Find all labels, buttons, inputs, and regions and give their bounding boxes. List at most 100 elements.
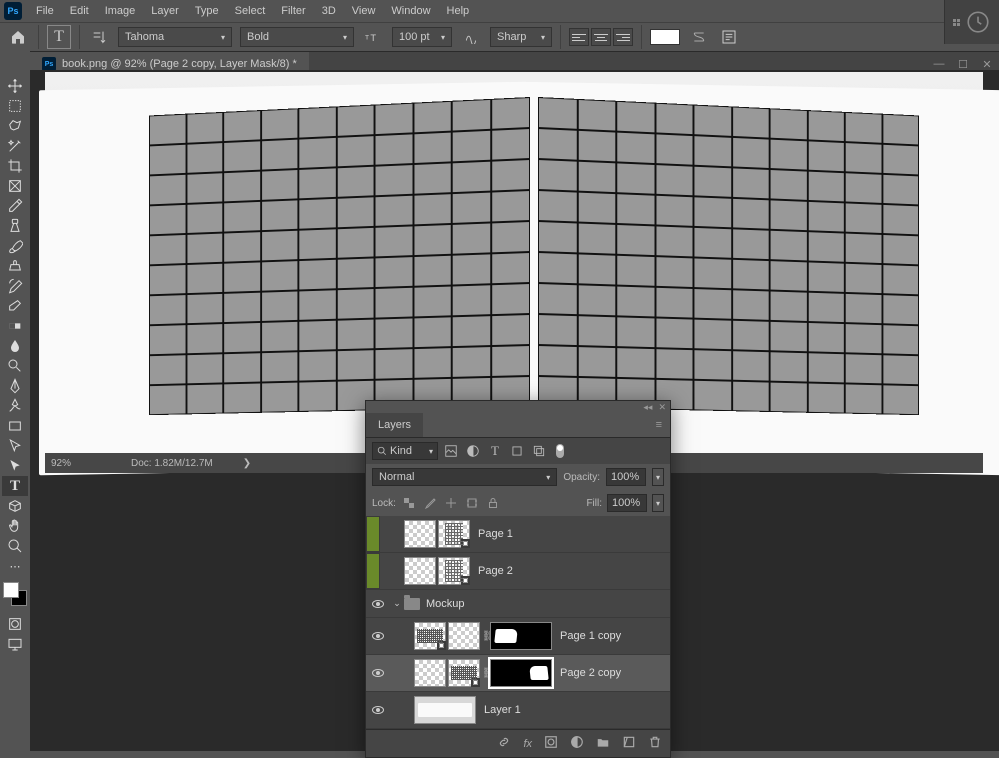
- link-layers-icon[interactable]: [497, 735, 511, 752]
- lock-pixels-icon[interactable]: [422, 495, 438, 511]
- opacity-dropdown[interactable]: ▾: [652, 468, 664, 486]
- eyedropper-tool[interactable]: [2, 196, 28, 216]
- menu-window[interactable]: Window: [383, 1, 438, 21]
- zoom-level[interactable]: 92%: [51, 458, 101, 469]
- warp-text-button[interactable]: [688, 26, 710, 48]
- layer-name[interactable]: Page 1 copy: [560, 630, 621, 642]
- pen-tool[interactable]: [2, 376, 28, 396]
- menu-3d[interactable]: 3D: [314, 1, 344, 21]
- align-center-button[interactable]: [591, 28, 611, 46]
- delete-layer-icon[interactable]: [648, 735, 662, 752]
- menu-image[interactable]: Image: [97, 1, 144, 21]
- foreground-background-colors[interactable]: [3, 582, 27, 606]
- layer-name[interactable]: Page 1: [478, 528, 513, 540]
- status-arrow-icon[interactable]: ❯: [243, 458, 251, 469]
- zoom-tool[interactable]: [2, 536, 28, 556]
- character-panel-button[interactable]: [718, 26, 740, 48]
- filter-shape-icon[interactable]: [508, 442, 526, 460]
- layer-thumbnail[interactable]: ▣: [438, 520, 470, 548]
- opacity-input[interactable]: 100%: [606, 468, 646, 486]
- menu-file[interactable]: File: [28, 1, 62, 21]
- layer-name[interactable]: Layer 1: [484, 704, 521, 716]
- hand-tool[interactable]: [2, 516, 28, 536]
- collapsed-dock[interactable]: [944, 0, 999, 44]
- doc-info[interactable]: Doc: 1.82M/12.7M: [121, 458, 223, 469]
- visibility-toggle[interactable]: [366, 669, 390, 677]
- layer-thumbnail[interactable]: ▣: [448, 659, 480, 687]
- layer-thumbnail[interactable]: ▣: [438, 557, 470, 585]
- sync-icon[interactable]: [965, 9, 991, 35]
- filter-toggle[interactable]: [556, 444, 564, 458]
- layer-thumbnail[interactable]: [414, 696, 476, 724]
- layer-thumbnail[interactable]: [404, 520, 436, 548]
- type-tool[interactable]: T: [2, 476, 28, 496]
- freeform-pen-tool[interactable]: [2, 396, 28, 416]
- artboard-indicator[interactable]: [366, 516, 380, 552]
- screen-mode-toggle[interactable]: [2, 634, 28, 654]
- layer-name[interactable]: Page 2: [478, 565, 513, 577]
- collapse-panel-icon[interactable]: ◂◂: [643, 402, 652, 413]
- menu-select[interactable]: Select: [227, 1, 274, 21]
- panel-menu-icon[interactable]: ≡: [648, 419, 670, 431]
- filter-adjustment-icon[interactable]: [464, 442, 482, 460]
- lock-all-icon[interactable]: [485, 495, 501, 511]
- menu-layer[interactable]: Layer: [143, 1, 187, 21]
- text-orientation-toggle[interactable]: [88, 26, 110, 48]
- direct-selection-tool[interactable]: [2, 456, 28, 476]
- artboard-indicator[interactable]: [366, 553, 380, 589]
- path-selection-tool[interactable]: [2, 436, 28, 456]
- lasso-tool[interactable]: [2, 116, 28, 136]
- align-left-button[interactable]: [569, 28, 589, 46]
- text-color-swatch[interactable]: [650, 29, 680, 45]
- menu-filter[interactable]: Filter: [273, 1, 313, 21]
- layer-item[interactable]: Layer 1: [366, 692, 670, 729]
- layer-item[interactable]: ▣ ⛓ Page 2 copy: [366, 655, 670, 692]
- align-right-button[interactable]: [613, 28, 633, 46]
- frame-tool[interactable]: [2, 176, 28, 196]
- brush-tool[interactable]: [2, 236, 28, 256]
- lock-position-icon[interactable]: [443, 495, 459, 511]
- menu-edit[interactable]: Edit: [62, 1, 97, 21]
- layer-item[interactable]: ▣ ⛓ Page 1 copy: [366, 618, 670, 655]
- gradient-tool[interactable]: [2, 316, 28, 336]
- menu-type[interactable]: Type: [187, 1, 227, 21]
- adjustment-layer-icon[interactable]: [570, 735, 584, 752]
- new-layer-icon[interactable]: [622, 735, 636, 752]
- type-tool-indicator[interactable]: T: [47, 25, 71, 49]
- marquee-tool[interactable]: [2, 96, 28, 116]
- lock-transparency-icon[interactable]: [401, 495, 417, 511]
- blend-mode-select[interactable]: Normal: [372, 468, 557, 486]
- edit-toolbar[interactable]: ⋯: [2, 556, 28, 576]
- rectangle-tool[interactable]: [2, 416, 28, 436]
- history-brush-tool[interactable]: [2, 276, 28, 296]
- filter-type-icon[interactable]: T: [486, 442, 504, 460]
- font-size-select[interactable]: 100 pt: [392, 27, 452, 47]
- layer-thumbnail[interactable]: [404, 557, 436, 585]
- visibility-toggle[interactable]: [366, 632, 390, 640]
- layer-item[interactable]: ▣ Page 1: [366, 516, 670, 553]
- expand-toggle[interactable]: ⌄: [390, 598, 404, 609]
- filter-pixel-icon[interactable]: [442, 442, 460, 460]
- layer-item[interactable]: ▣ Page 2: [366, 553, 670, 590]
- clone-stamp-tool[interactable]: [2, 256, 28, 276]
- link-mask-icon[interactable]: ⛓: [482, 631, 490, 642]
- filter-kind-select[interactable]: Kind: [372, 442, 438, 460]
- healing-brush-tool[interactable]: [2, 216, 28, 236]
- mask-thumbnail[interactable]: [490, 659, 552, 687]
- move-tool[interactable]: [2, 76, 28, 96]
- visibility-toggle[interactable]: [366, 706, 390, 714]
- layer-thumbnail[interactable]: [414, 659, 446, 687]
- anti-alias-select[interactable]: Sharp: [490, 27, 552, 47]
- eraser-tool[interactable]: [2, 296, 28, 316]
- layer-style-icon[interactable]: fx: [523, 738, 532, 750]
- layer-name[interactable]: Mockup: [426, 598, 465, 610]
- blur-tool[interactable]: [2, 336, 28, 356]
- visibility-toggle[interactable]: [366, 600, 390, 608]
- filter-smartobject-icon[interactable]: [530, 442, 548, 460]
- mask-thumbnail[interactable]: [490, 622, 552, 650]
- layer-thumbnail[interactable]: ▣: [414, 622, 446, 650]
- new-group-icon[interactable]: [596, 735, 610, 752]
- fill-input[interactable]: 100%: [607, 494, 647, 512]
- layers-tab[interactable]: Layers: [366, 413, 423, 437]
- menu-help[interactable]: Help: [439, 1, 478, 21]
